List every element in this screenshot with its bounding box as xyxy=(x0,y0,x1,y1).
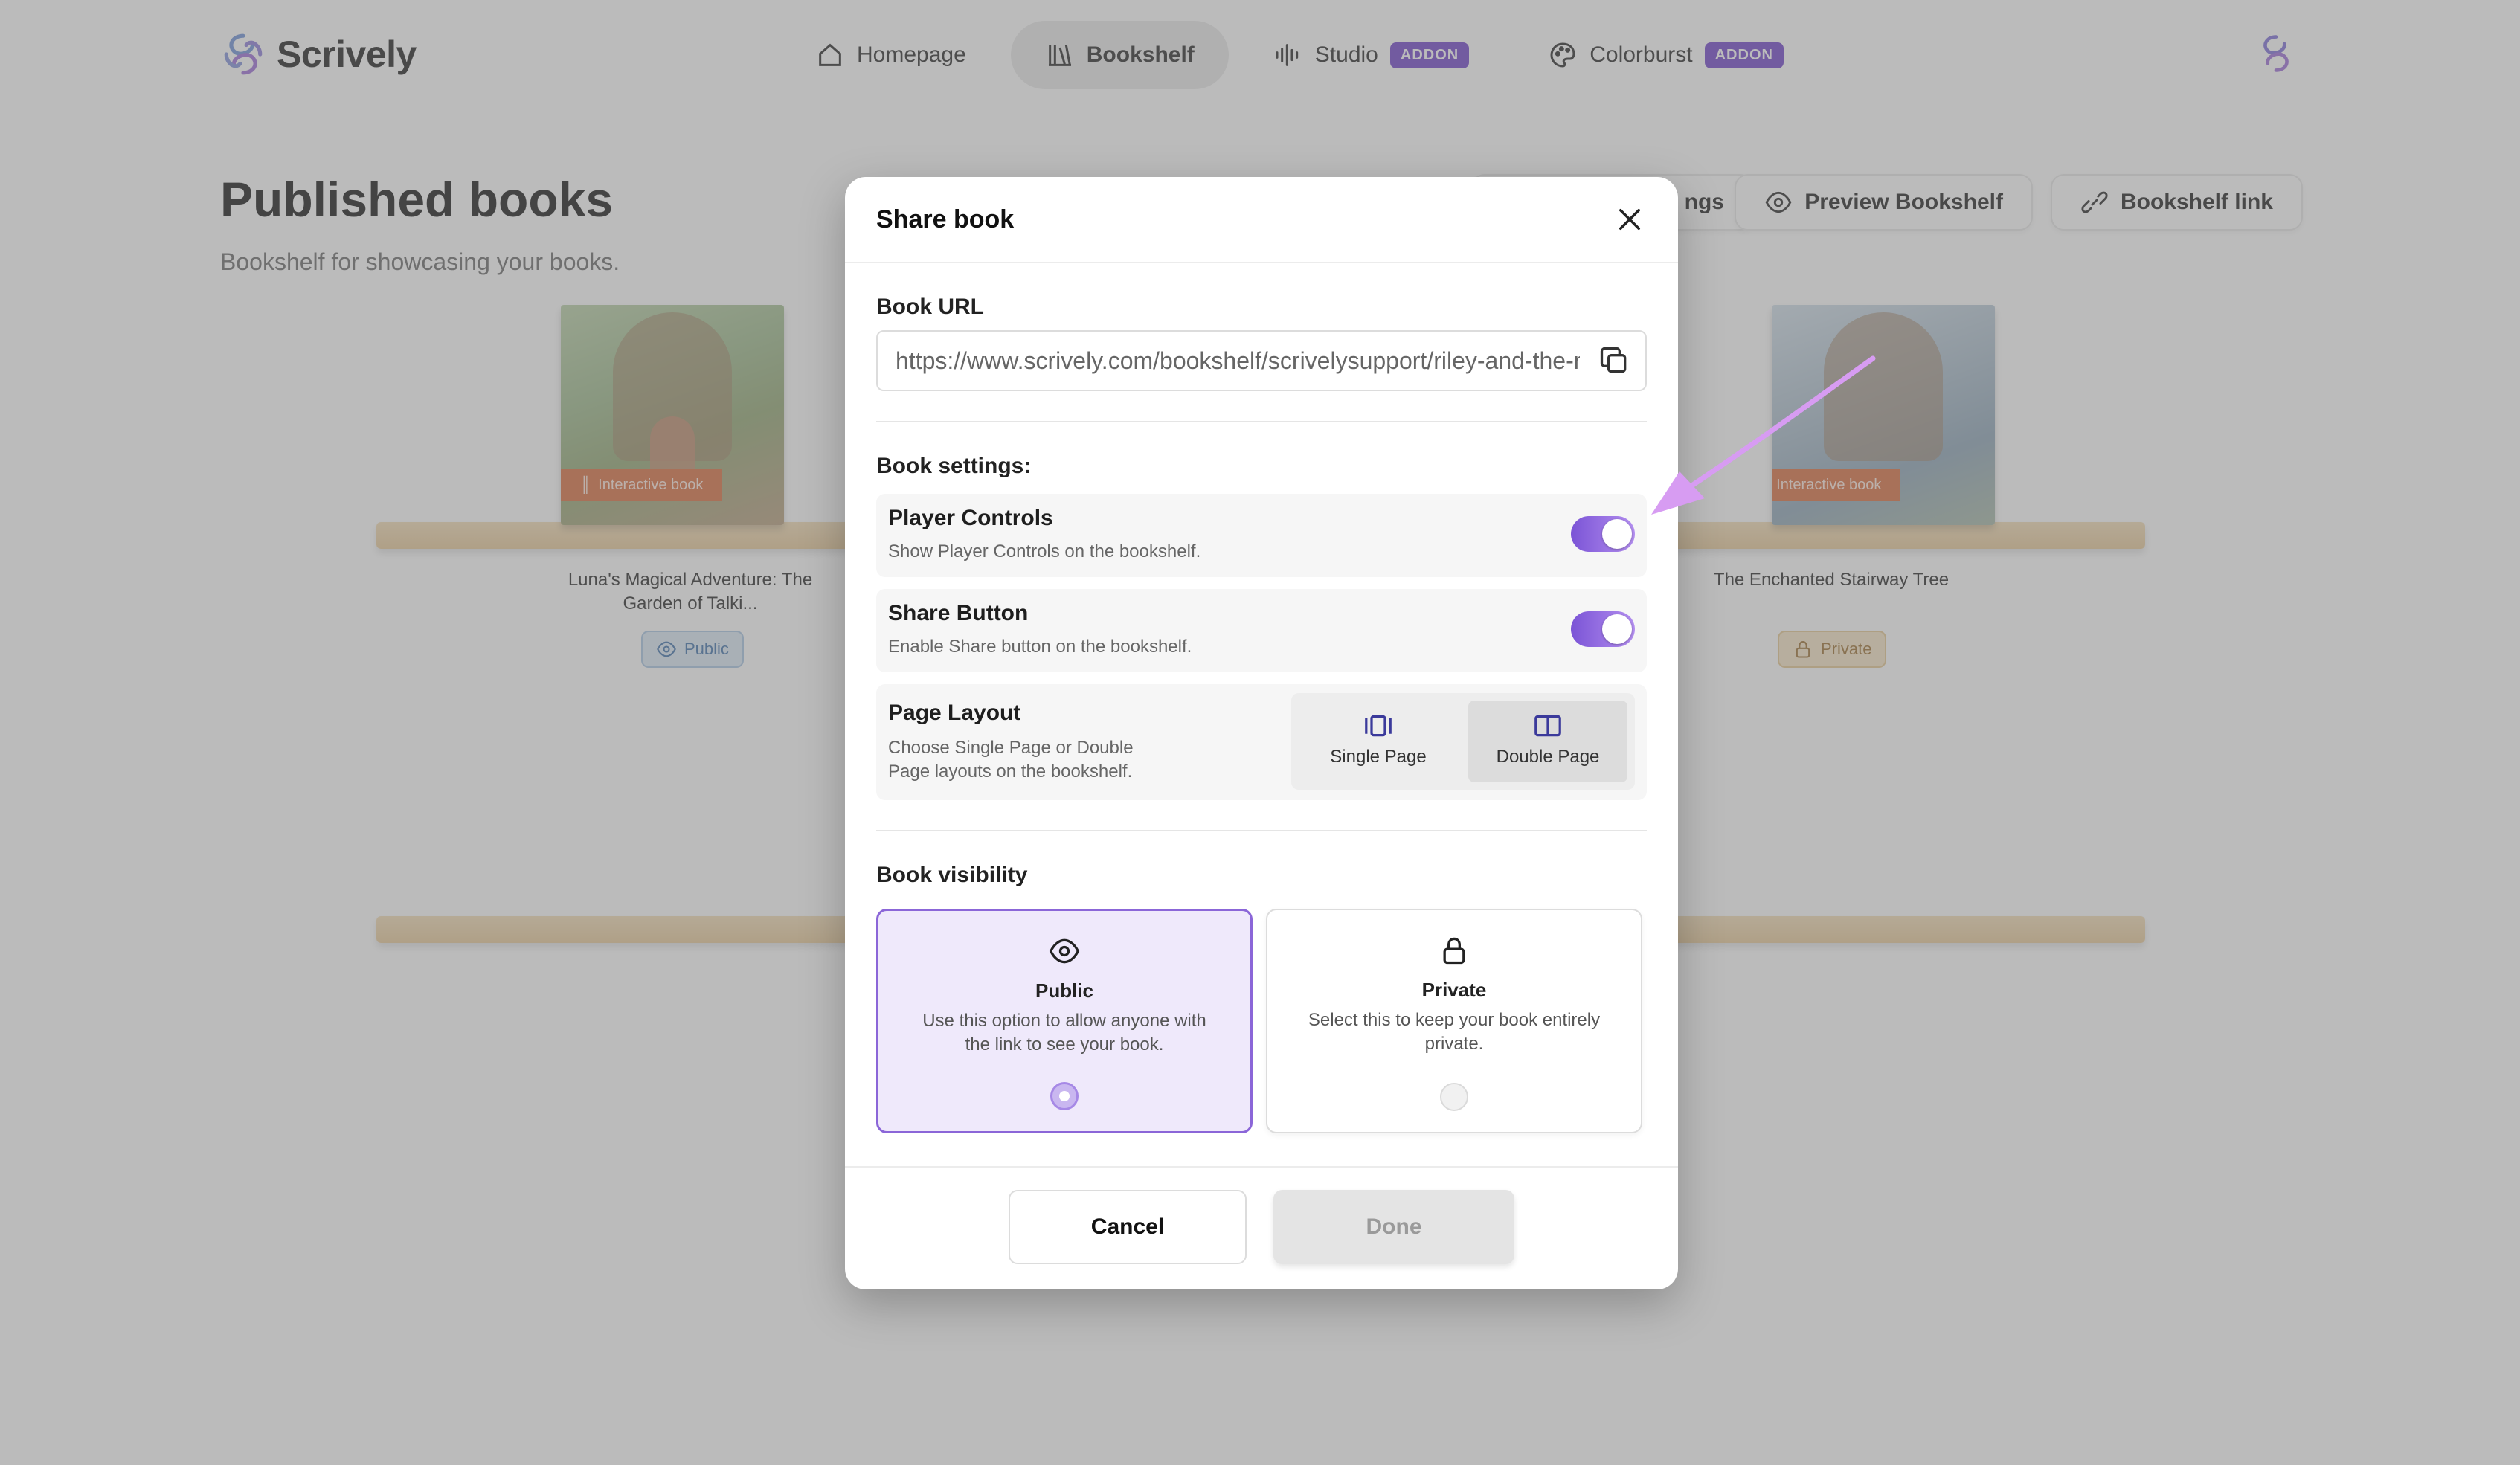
single-page-option[interactable]: Single Page xyxy=(1299,701,1458,782)
lock-icon xyxy=(1443,937,1465,965)
setting-title: Player Controls xyxy=(888,506,1053,530)
divider xyxy=(876,421,1647,422)
toggle-knob xyxy=(1602,614,1632,644)
setting-description: Show Player Controls on the bookshelf. xyxy=(888,541,1201,561)
annotation-arrow-icon xyxy=(1651,355,1876,515)
close-icon[interactable] xyxy=(1614,204,1645,235)
setting-description: Enable Share button on the bookshelf. xyxy=(888,637,1192,657)
copy-icon[interactable] xyxy=(1598,344,1630,377)
book-url-field xyxy=(876,330,1647,391)
share-book-dialog: Share book Book URL Book settings: Playe… xyxy=(845,177,1678,1289)
page-layout-setting: Page Layout Choose Single Page or Double… xyxy=(876,684,1647,800)
public-visibility-card[interactable]: Public Use this option to allow anyone w… xyxy=(876,909,1253,1133)
book-url-input[interactable] xyxy=(896,332,1580,390)
share-button-toggle[interactable] xyxy=(1571,611,1635,647)
double-page-label: Double Page xyxy=(1496,747,1600,767)
setting-description: Choose Single Page or Double Page layout… xyxy=(888,738,1134,782)
player-controls-toggle[interactable] xyxy=(1571,516,1635,552)
share-button-setting: Share Button Enable Share button on the … xyxy=(876,589,1647,672)
double-page-option[interactable]: Double Page xyxy=(1468,701,1627,782)
private-radio[interactable] xyxy=(1440,1083,1468,1111)
visibility-description: Use this option to allow anyone with the… xyxy=(922,1011,1206,1055)
eye-icon xyxy=(1049,938,1080,964)
visibility-title: Private xyxy=(1421,979,1487,1001)
dialog-header: Share book xyxy=(845,177,1678,263)
visibility-description: Select this to keep your book entirely p… xyxy=(1308,1010,1601,1054)
book-url-label: Book URL xyxy=(876,294,984,319)
book-visibility-label: Book visibility xyxy=(876,863,1028,887)
player-controls-setting: Player Controls Show Player Controls on … xyxy=(876,494,1647,577)
double-page-icon xyxy=(1534,715,1561,737)
public-radio[interactable] xyxy=(1050,1082,1079,1110)
single-page-label: Single Page xyxy=(1330,747,1427,767)
divider xyxy=(876,830,1647,831)
page-layout-selector: Single Page Double Page xyxy=(1291,693,1635,790)
cancel-button[interactable]: Cancel xyxy=(1009,1190,1247,1264)
toggle-knob xyxy=(1602,519,1632,549)
done-button[interactable]: Done xyxy=(1273,1190,1514,1264)
setting-title: Share Button xyxy=(888,601,1029,625)
dialog-footer: Cancel Done xyxy=(845,1166,1678,1289)
private-visibility-card[interactable]: Private Select this to keep your book en… xyxy=(1266,909,1642,1133)
bookshelf-page: Scrively Homepage Bookshelf Studio ADDON… xyxy=(0,0,2520,1465)
single-page-icon xyxy=(1365,715,1392,737)
book-settings-label: Book settings: xyxy=(876,454,1032,478)
dialog-title: Share book xyxy=(876,205,1015,234)
setting-title: Page Layout xyxy=(888,701,1021,725)
visibility-title: Public xyxy=(1035,979,1093,1002)
